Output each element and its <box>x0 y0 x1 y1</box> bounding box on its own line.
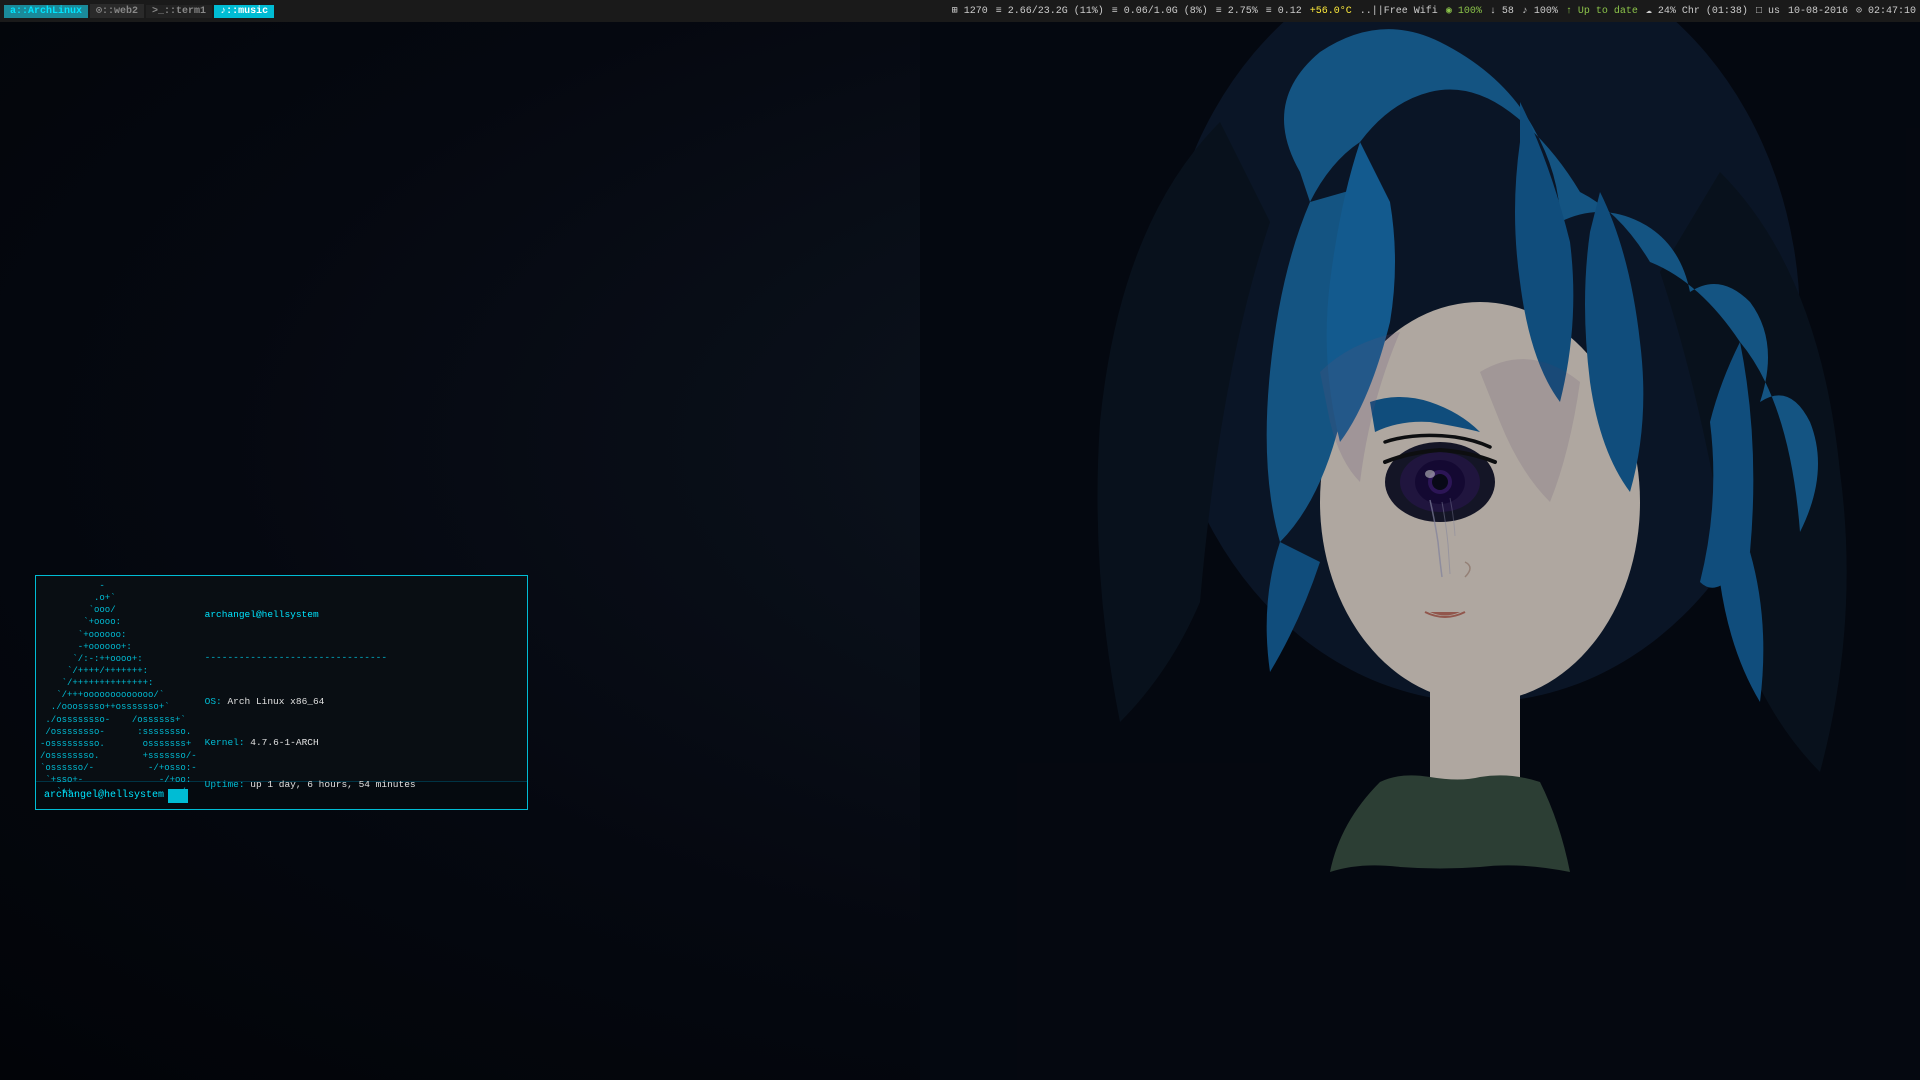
stat-cloud: ☁ 24% Chr (01:38) <box>1646 5 1748 17</box>
sysinfo-username: archangel@hellsystem <box>205 608 439 622</box>
topbar-stats: ⊞ 1270 ≡ 2.66/23.2G (11%) ≡ 0.06/1.0G (8… <box>952 5 1916 17</box>
stat-wifi: ..||Free Wifi <box>1360 6 1438 17</box>
topbar-workspaces: a::ArchLinux ⊙::web2 >_::term1 ♪::music <box>4 4 274 18</box>
stat-volume: ♪ 100% <box>1522 6 1558 17</box>
stat-download: ↓ 58 <box>1490 6 1514 17</box>
stat-cpu: ≡ 2.75% <box>1216 6 1258 17</box>
stat-lang: □ us <box>1756 6 1780 17</box>
terminal-body: - .o+` `ooo/ `+oooo: `+oooooo: -+oooooo+… <box>36 576 527 781</box>
stat-windows: ⊞ 1270 <box>952 5 988 17</box>
workspace-web2[interactable]: ⊙::web2 <box>90 4 144 18</box>
sysinfo-os: OS: Arch Linux x86_64 <box>205 695 439 709</box>
prompt-cursor <box>168 789 188 803</box>
ascii-art: - .o+` `ooo/ `+oooo: `+oooooo: -+oooooo+… <box>40 580 201 777</box>
terminal-window: - .o+` `ooo/ `+oooo: `+oooooo: -+oooooo+… <box>35 575 528 810</box>
prompt-username: archangel@hellsystem <box>44 790 164 801</box>
anime-character <box>920 22 1920 1080</box>
stat-date: 10-08-2016 <box>1788 6 1848 17</box>
stat-update: ↑ Up to date <box>1566 6 1638 17</box>
workspace-archlinux[interactable]: a::ArchLinux <box>4 5 88 18</box>
wallpaper: - .o+` `ooo/ `+oooo: `+oooooo: -+oooooo+… <box>0 22 1920 1080</box>
stat-temp: +56.0°C <box>1310 6 1352 17</box>
topbar: a::ArchLinux ⊙::web2 >_::term1 ♪::music … <box>0 0 1920 22</box>
stat-battery: ◉ 100% <box>1446 5 1482 17</box>
sysinfo-separator: -------------------------------- <box>205 651 439 665</box>
sysinfo-uptime: Uptime: up 1 day, 6 hours, 54 minutes <box>205 778 439 792</box>
stat-disk1: ≡ 2.66/23.2G (11%) <box>996 6 1104 17</box>
stat-time: ⊙ 02:47:10 <box>1856 5 1916 17</box>
stat-disk2: ≡ 0.06/1.0G (8%) <box>1112 6 1208 17</box>
workspace-music[interactable]: ♪::music <box>214 5 274 18</box>
workspace-term1[interactable]: >_::term1 <box>146 5 212 18</box>
stat-load: ≡ 0.12 <box>1266 6 1302 17</box>
sysinfo-panel: archangel@hellsystem -------------------… <box>201 580 439 777</box>
sysinfo-kernel: Kernel: 4.7.6-1-ARCH <box>205 736 439 750</box>
